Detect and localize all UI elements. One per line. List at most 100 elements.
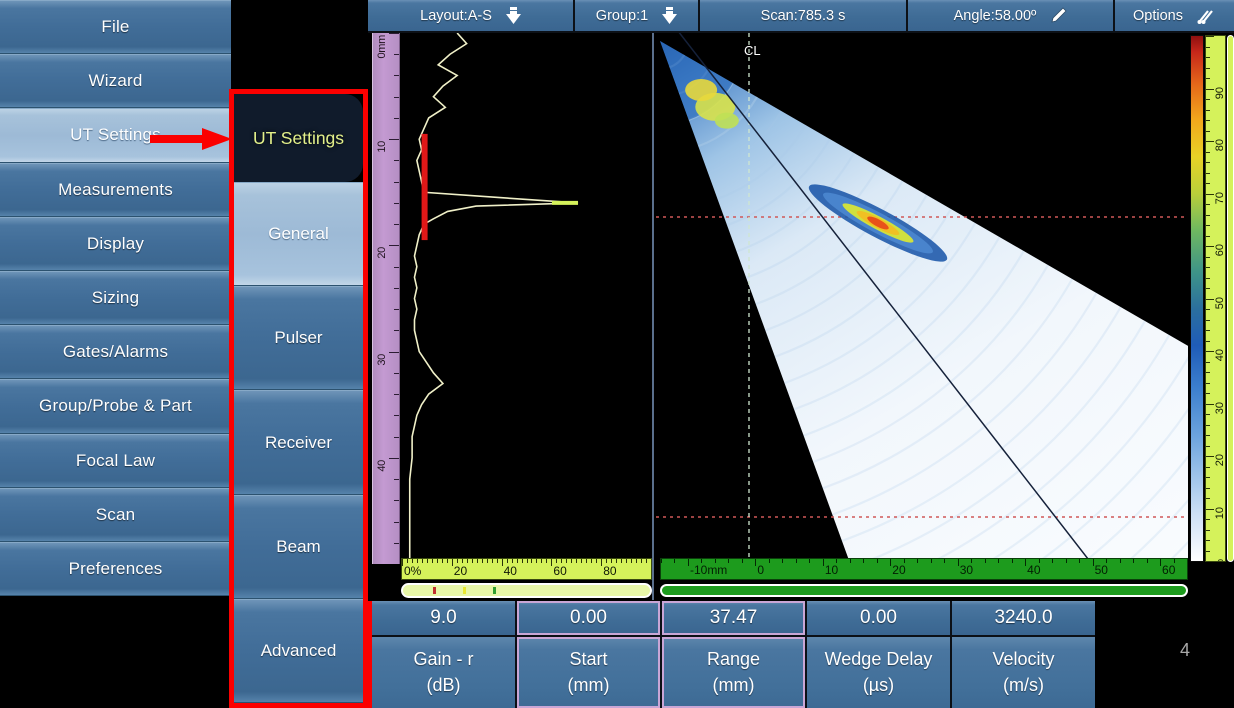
sidebar-item-label: UT Settings bbox=[70, 125, 161, 145]
ruler-tick bbox=[641, 559, 642, 563]
ruler-tick bbox=[1206, 194, 1214, 195]
sidebar-item-focal-law[interactable]: Focal Law bbox=[0, 434, 231, 488]
pencil-icon[interactable] bbox=[1050, 7, 1067, 24]
ruler-tick bbox=[1206, 225, 1210, 226]
ruler-tick bbox=[917, 559, 918, 563]
ut-settings-submenu: UT SettingsGeneralPulserReceiverBeamAdva… bbox=[234, 94, 363, 703]
ruler-tick bbox=[755, 559, 756, 566]
ruler-tick bbox=[394, 203, 399, 204]
ruler-tick bbox=[389, 245, 399, 246]
ruler-tick bbox=[581, 559, 582, 563]
sidebar-item-label: Focal Law bbox=[76, 451, 155, 471]
ruler-tick bbox=[1206, 561, 1214, 562]
ruler-tick bbox=[442, 559, 443, 563]
ruler-tick bbox=[1066, 559, 1067, 563]
ruler-tick bbox=[556, 559, 557, 563]
submenu-item-pulser[interactable]: Pulser bbox=[234, 286, 363, 390]
toolbar-button-angle[interactable]: Angle:58.00º bbox=[908, 0, 1115, 33]
ruler-tick bbox=[477, 559, 478, 563]
ruler-tick bbox=[742, 559, 743, 563]
sidebar-item-label: Preferences bbox=[69, 559, 163, 579]
ruler-tick bbox=[611, 559, 612, 563]
sidebar-item-wizard[interactable]: Wizard bbox=[0, 54, 231, 108]
ruler-tick bbox=[502, 559, 503, 566]
parameter-unit: (dB) bbox=[426, 675, 460, 696]
sidebar-item-preferences[interactable]: Preferences bbox=[0, 542, 231, 596]
sidebar-item-group-probe-part[interactable]: Group/Probe & Part bbox=[0, 379, 231, 433]
ruler-tick bbox=[1206, 456, 1214, 457]
ruler-tick bbox=[1206, 278, 1210, 279]
parameter-velocity[interactable]: 3240.0Velocity(m/s) bbox=[952, 601, 1095, 708]
ruler-label: 30 bbox=[376, 354, 388, 366]
sidebar-item-file[interactable]: File bbox=[0, 0, 231, 54]
dropdown-arrow-icon[interactable] bbox=[506, 7, 521, 24]
toolbar-button-options[interactable]: Options bbox=[1115, 0, 1234, 33]
parameter-range[interactable]: 37.47Range(mm) bbox=[662, 601, 807, 708]
submenu-item-label: General bbox=[268, 224, 328, 244]
parameter-label: Gain - r (dB) bbox=[372, 637, 515, 708]
sscan-scrollbar[interactable] bbox=[660, 584, 1188, 597]
parameter-value[interactable]: 37.47 bbox=[662, 601, 805, 637]
ruler-label: 20 bbox=[892, 563, 905, 577]
ruler-tick bbox=[546, 559, 547, 563]
sidebar-item-display[interactable]: Display bbox=[0, 217, 231, 271]
ruler-tick bbox=[1206, 299, 1214, 300]
colorbar-slider[interactable] bbox=[1227, 35, 1234, 562]
ruler-tick bbox=[661, 559, 662, 563]
toolbar-button-layout[interactable]: Layout:A-S bbox=[368, 0, 575, 33]
ruler-tick bbox=[394, 267, 399, 268]
parameter-name: Gain - r bbox=[413, 649, 473, 670]
ruler-tick bbox=[422, 559, 423, 563]
sidebar-item-scan[interactable]: Scan bbox=[0, 488, 231, 542]
wrench-icon[interactable] bbox=[1197, 7, 1216, 24]
ruler-tick bbox=[651, 559, 652, 566]
toolbar-button-group[interactable]: Group:1 bbox=[575, 0, 700, 33]
parameter-start[interactable]: 0.00Start(mm) bbox=[517, 601, 662, 708]
parameter-name: Wedge Delay bbox=[825, 649, 933, 670]
ruler-tick bbox=[728, 559, 729, 563]
ruler-tick bbox=[1206, 372, 1210, 373]
ruler-tick bbox=[402, 559, 403, 566]
submenu-item-label: Receiver bbox=[265, 433, 332, 453]
submenu-item-advanced[interactable]: Advanced bbox=[234, 599, 363, 703]
parameter-value[interactable]: 0.00 bbox=[517, 601, 660, 637]
toolbar-button-scan[interactable]: Scan:785.3 s bbox=[700, 0, 908, 33]
submenu-item-general[interactable]: General bbox=[234, 182, 363, 286]
parameter-gain-r[interactable]: 9.0 Gain - r (dB) bbox=[372, 601, 517, 708]
sidebar-item-ut-settings[interactable]: UT Settings bbox=[0, 108, 231, 162]
ruler-tick bbox=[1206, 183, 1210, 184]
sidebar-item-gates-alarms[interactable]: Gates/Alarms bbox=[0, 325, 231, 379]
parameter-name: Range bbox=[707, 649, 760, 670]
sidebar-item-label: Gates/Alarms bbox=[63, 342, 168, 362]
submenu-item-receiver[interactable]: Receiver bbox=[234, 390, 363, 494]
ruler-tick bbox=[472, 559, 473, 563]
sidebar-item-measurements[interactable]: Measurements bbox=[0, 163, 231, 217]
dropdown-arrow-icon[interactable] bbox=[662, 7, 677, 24]
ruler-tick bbox=[1093, 559, 1094, 566]
ascan-plot[interactable] bbox=[401, 33, 652, 564]
ruler-tick bbox=[1206, 414, 1210, 415]
parameter-wedge-delay[interactable]: 0.00 Wedge Delay (µs) bbox=[807, 601, 952, 708]
ruler-tick bbox=[1206, 152, 1210, 153]
ruler-label: 40 bbox=[1214, 349, 1226, 361]
ruler-tick bbox=[1206, 257, 1210, 258]
parameter-value[interactable]: 0.00 bbox=[807, 601, 950, 637]
ruler-tick bbox=[1206, 498, 1210, 499]
ruler-tick bbox=[389, 352, 399, 353]
ruler-tick bbox=[389, 139, 399, 140]
submenu-item-label: Beam bbox=[276, 537, 320, 557]
parameter-unit: (µs) bbox=[863, 675, 894, 696]
sscan-plot[interactable]: CL bbox=[656, 33, 1188, 560]
parameter-bar: 9.0Gain - r(dB)0.00Start(mm)37.47Range(m… bbox=[368, 601, 1095, 708]
parameter-value[interactable]: 3240.0 bbox=[952, 601, 1095, 637]
sidebar-item-sizing[interactable]: Sizing bbox=[0, 271, 231, 325]
ascan-scrollbar[interactable] bbox=[401, 583, 652, 598]
submenu-item-beam[interactable]: Beam bbox=[234, 495, 363, 599]
scroll-marker-red bbox=[433, 587, 436, 594]
ruler-tick bbox=[823, 559, 824, 566]
ruler-tick bbox=[1206, 47, 1210, 48]
parameter-value[interactable]: 9.0 bbox=[372, 601, 515, 637]
ruler-label: 60 bbox=[1214, 244, 1226, 256]
ruler-label: 40 bbox=[376, 460, 388, 472]
ruler-tick bbox=[1206, 236, 1210, 237]
